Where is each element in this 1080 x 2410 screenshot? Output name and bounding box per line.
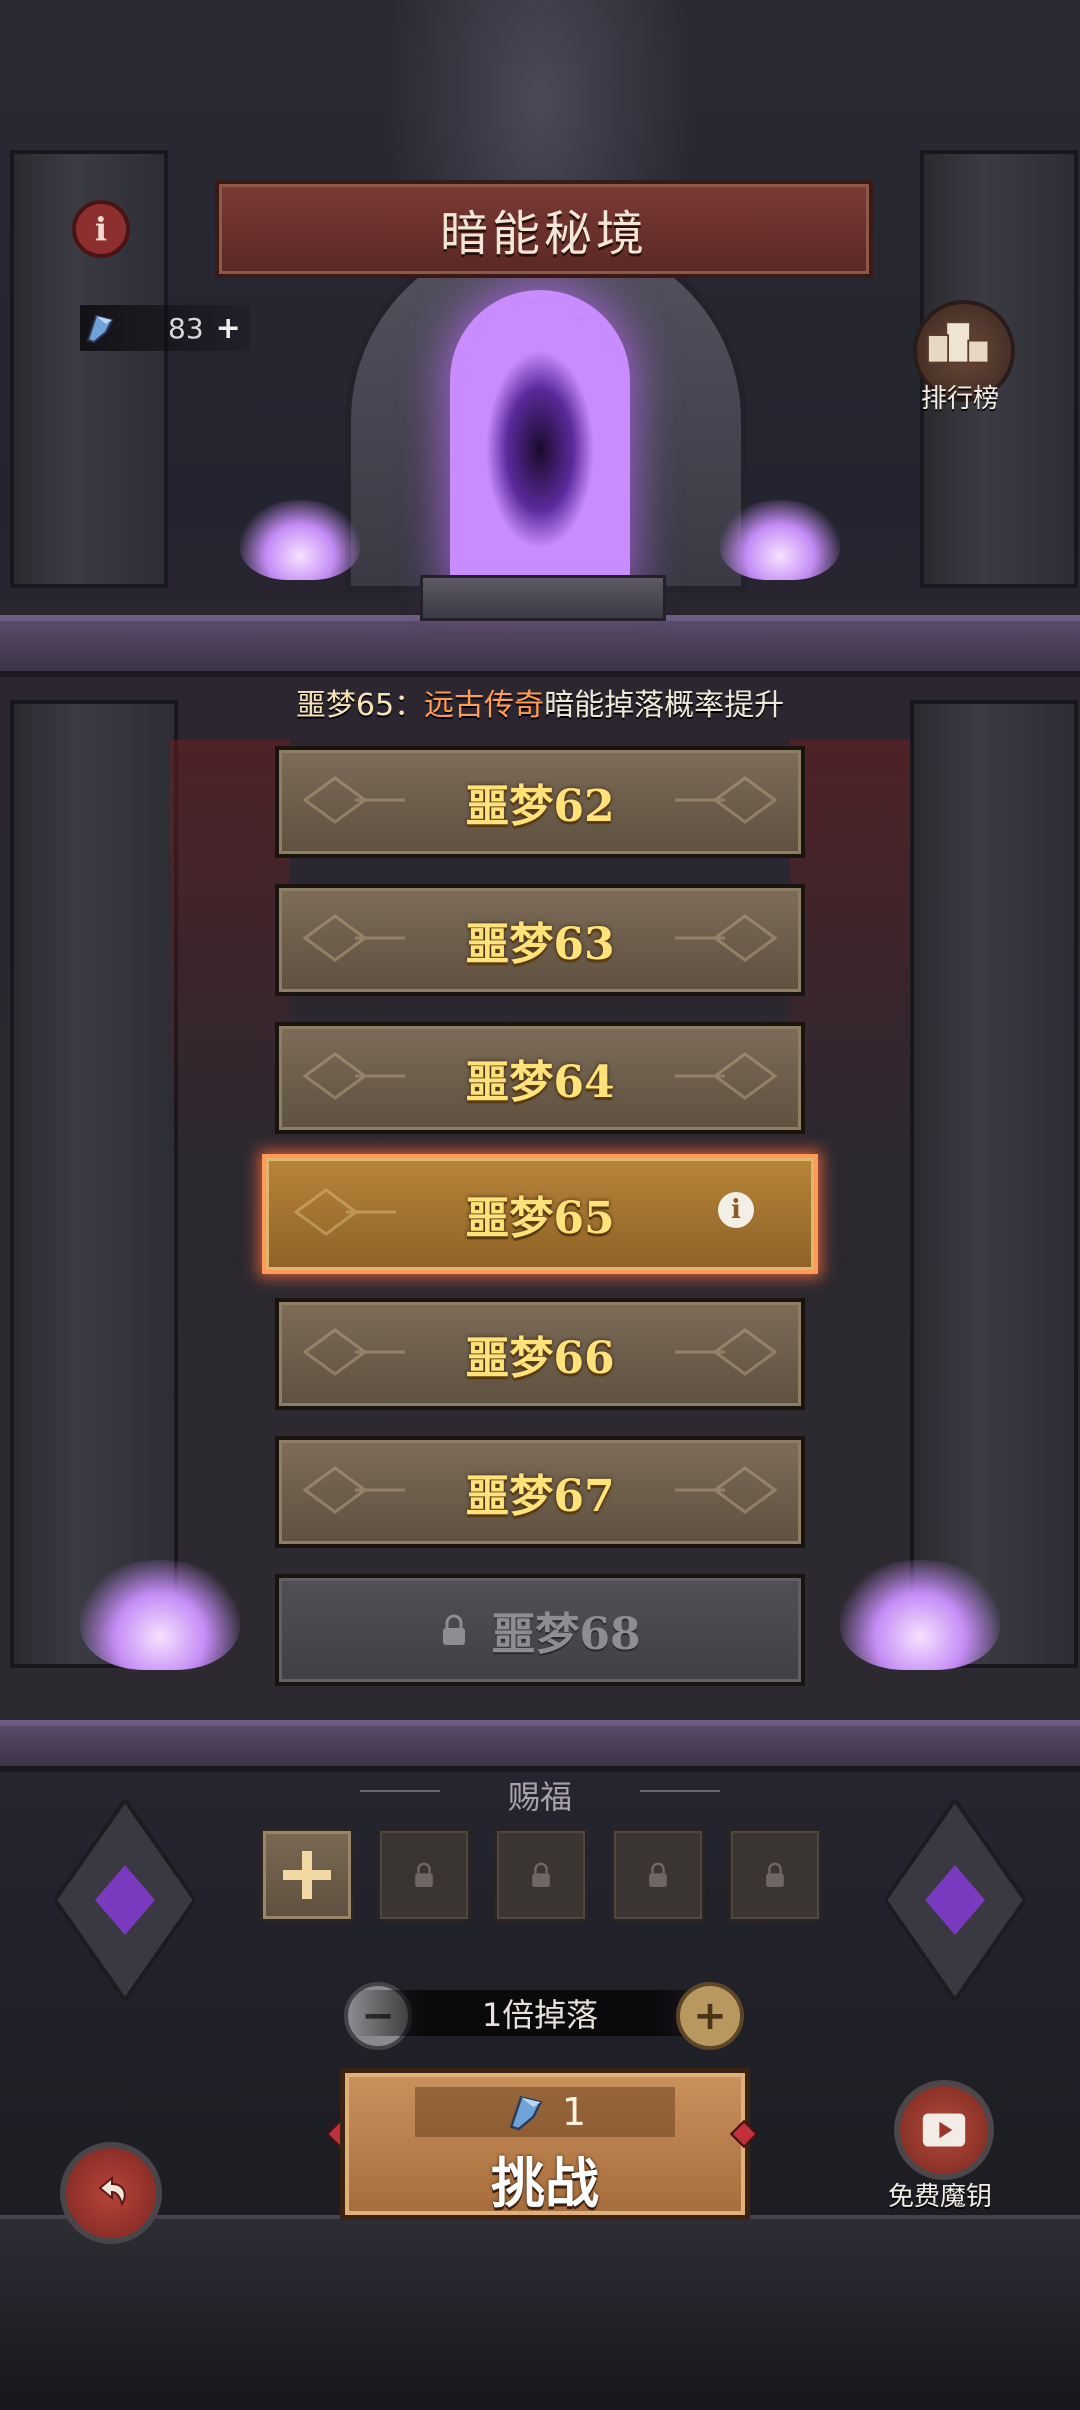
add-key-button[interactable]: + [216, 311, 241, 346]
increase-multiplier-button[interactable]: + [676, 1982, 744, 2050]
challenge-cost-value: 1 [561, 2090, 587, 2134]
ornament-right [675, 1466, 778, 1514]
purple-gem-left [55, 1800, 195, 2000]
level-button-67[interactable]: 噩梦67 [275, 1436, 805, 1548]
key-count: 83 [168, 311, 204, 345]
ornament-right [675, 1052, 778, 1100]
level-label: 噩梦66 [465, 1333, 615, 1384]
flame-left [240, 500, 360, 580]
flame-bowl-left [80, 1560, 240, 1670]
blessing-slot-locked[interactable] [611, 1828, 705, 1922]
lock-icon [649, 1862, 667, 1887]
drop-notice-highlight: 远古传奇 [424, 688, 545, 723]
level-button-68-locked[interactable]: 噩梦68 [275, 1574, 805, 1686]
leaderboard-label: 排行榜 [920, 384, 999, 414]
info-button[interactable]: i [72, 200, 130, 258]
challenge-cost: 1 [415, 2087, 675, 2137]
level-label: 噩梦67 [465, 1471, 615, 1522]
ornament-right [675, 776, 778, 824]
multiplier-display: 1倍掉落 [350, 1990, 730, 2036]
free-key-label: 免费魔钥 [887, 2182, 992, 2212]
drop-notice-prefix: 噩梦65： [295, 688, 425, 723]
drop-rate-notice: 噩梦65：远古传奇暗能掉落概率提升 [0, 680, 1080, 724]
flame-bowl-right [840, 1560, 1000, 1670]
lower-ledge [0, 1720, 1080, 1772]
key-icon [86, 314, 114, 344]
blessing-slot-locked[interactable] [494, 1828, 588, 1922]
challenge-label: 挑战 [491, 2152, 599, 2215]
level-button-64[interactable]: 噩梦64 [275, 1022, 805, 1134]
lock-icon [532, 1862, 550, 1887]
ornament-left [302, 914, 405, 962]
stone-column-right [910, 700, 1078, 1668]
key-icon [509, 2095, 543, 2131]
ornament-left [302, 1328, 405, 1376]
level-button-66[interactable]: 噩梦66 [275, 1298, 805, 1410]
ornament-left [293, 1188, 396, 1236]
blessing-slot-add[interactable] [260, 1828, 354, 1922]
ornament-right [675, 914, 778, 962]
portal-steps [420, 575, 666, 621]
blessing-ornament-right [640, 1790, 720, 1792]
level-label: 噩梦64 [465, 1057, 615, 1108]
blood-stain-right [790, 740, 910, 1160]
level-label: 噩梦62 [465, 781, 615, 832]
lock-icon [766, 1862, 784, 1887]
level-label: 噩梦63 [465, 919, 615, 970]
lock-icon [443, 1614, 466, 1645]
lock-icon [415, 1862, 433, 1887]
ornament-right [675, 1328, 778, 1376]
plus-icon [283, 1851, 331, 1899]
level-button-65-selected[interactable]: 噩梦65 i [262, 1154, 818, 1274]
blessing-slot-locked[interactable] [377, 1828, 471, 1922]
video-glyph [922, 2113, 966, 2147]
level-button-62[interactable]: 噩梦62 [275, 746, 805, 858]
level-button-63[interactable]: 噩梦63 [275, 884, 805, 996]
flame-right [720, 500, 840, 580]
info-icon: i [94, 210, 108, 248]
back-button[interactable] [60, 2142, 162, 2244]
blood-stain-left [170, 740, 290, 1160]
upper-ledge [0, 615, 1080, 677]
title-banner: 暗能秘境 [215, 180, 873, 278]
multiplier-label: 1倍掉落 [481, 1996, 599, 2034]
stone-column-left [10, 700, 178, 1668]
leaderboard-button[interactable]: 排行榜 [905, 300, 1015, 414]
page-title: 暗能秘境 [439, 206, 648, 262]
ornament-left [302, 776, 405, 824]
ornament-left [302, 1466, 405, 1514]
ornament-left [302, 1052, 405, 1100]
bottom-floor [0, 2215, 1080, 2410]
level-info-button[interactable]: i [718, 1192, 754, 1228]
video-play-icon [894, 2080, 994, 2180]
level-label: 噩梦68 [491, 1609, 641, 1660]
back-arrow-icon [98, 2175, 126, 2207]
info-icon: i [731, 1195, 741, 1225]
portal [450, 290, 630, 580]
free-key-button[interactable]: 免费魔钥 [880, 2080, 1000, 2212]
level-label: 噩梦65 [465, 1193, 615, 1244]
blessing-slot-locked[interactable] [728, 1828, 822, 1922]
challenge-button[interactable]: 1 挑战 [340, 2068, 750, 2220]
drop-notice-suffix: 暗能掉落概率提升 [544, 688, 785, 723]
purple-gem-right [885, 1800, 1025, 2000]
key-counter: 83 + [80, 305, 250, 351]
